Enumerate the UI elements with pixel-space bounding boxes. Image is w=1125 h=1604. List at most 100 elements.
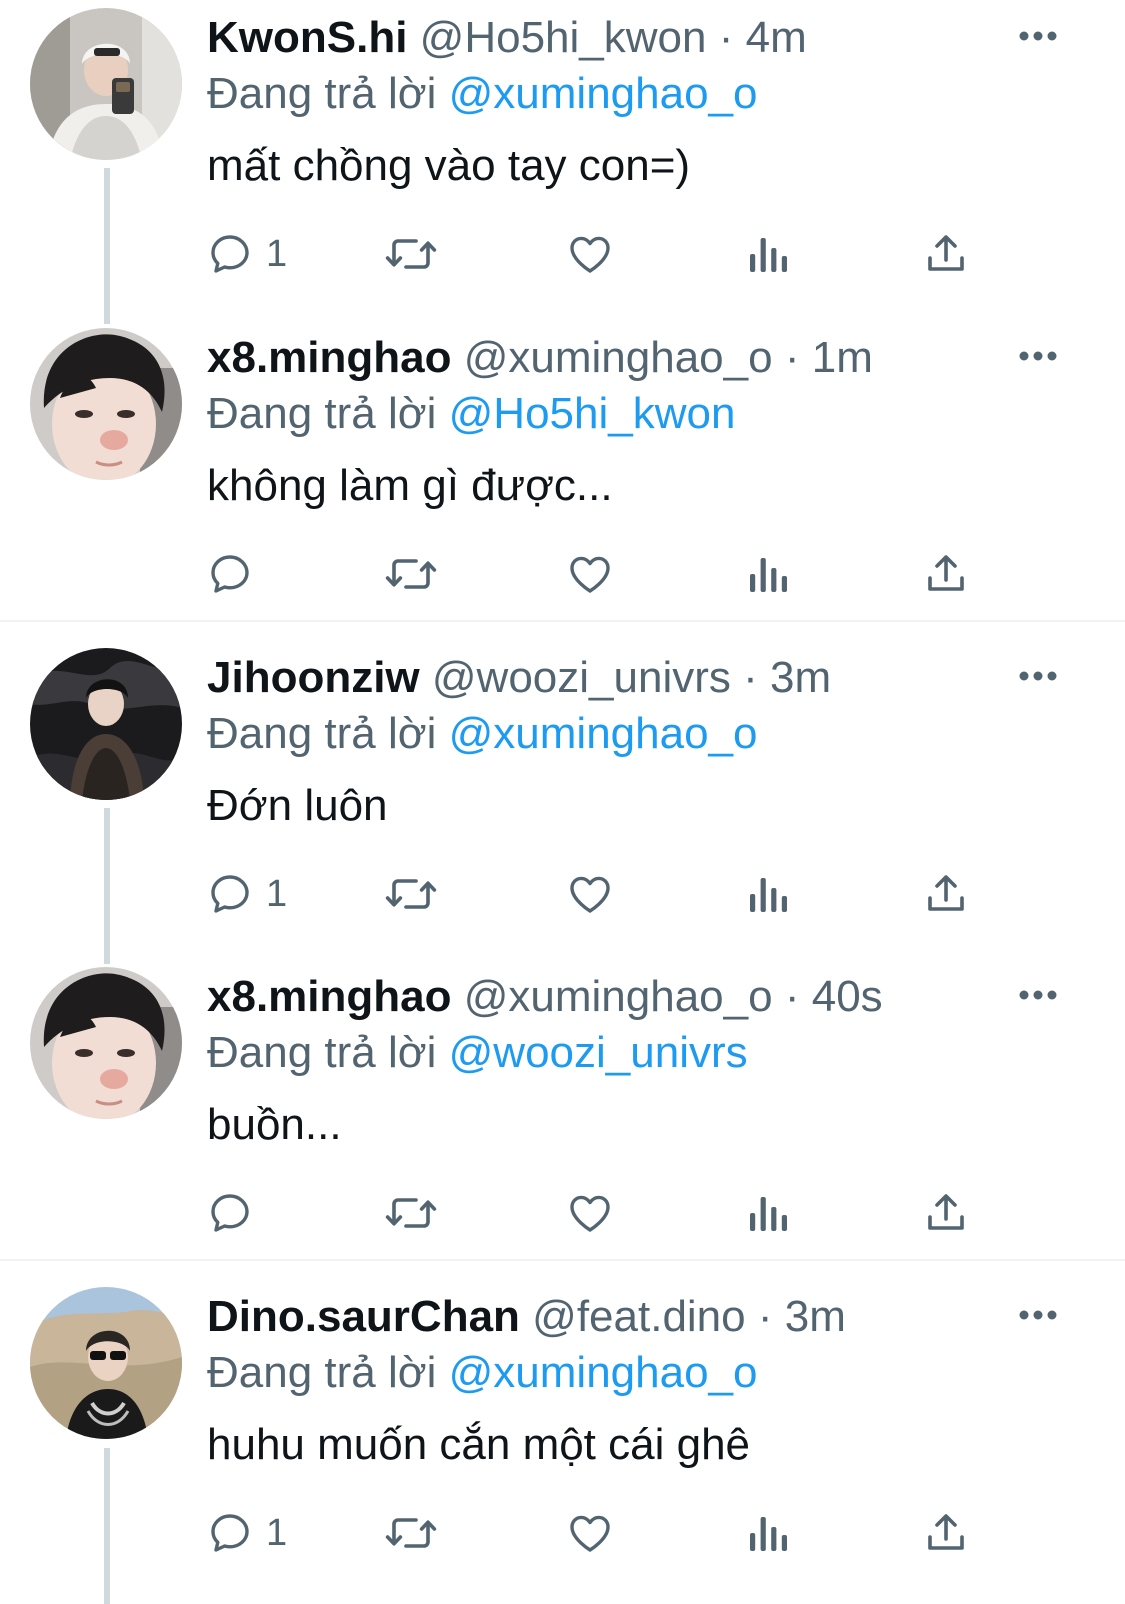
retweet-button[interactable] (384, 542, 438, 606)
tweet-text: buồn... (207, 1100, 342, 1149)
like-button[interactable] (565, 222, 615, 286)
more-options-button[interactable] (1016, 20, 1060, 52)
like-button[interactable] (565, 1501, 615, 1565)
tweet-header: Dino.saurChan @feat.dino · 3m (207, 1289, 846, 1345)
retweet-button[interactable] (384, 862, 438, 926)
heart-icon (570, 556, 610, 593)
avatar-dark-hair-closeup-icon (30, 328, 182, 480)
replying-to-handle[interactable]: @xuminghao_o (449, 1348, 758, 1397)
bar-chart-icon (750, 238, 787, 272)
more-dots-icon (1019, 1310, 1057, 1320)
share-button[interactable] (922, 222, 970, 286)
reply-icon (211, 1194, 249, 1232)
tweet-item[interactable]: x8.minghao @xuminghao_o · 1m Đang trả lờ… (0, 320, 1125, 640)
user-handle[interactable]: @feat.dino (532, 1292, 745, 1341)
more-options-button[interactable] (1016, 660, 1060, 692)
avatar-sunglasses-outdoor-icon (30, 1287, 182, 1439)
replying-to-label: Đang trả lời (207, 69, 437, 118)
replying-to-handle[interactable]: @xuminghao_o (449, 709, 758, 758)
like-button[interactable] (565, 542, 615, 606)
timestamp[interactable]: 3m (770, 653, 831, 702)
share-button[interactable] (922, 862, 970, 926)
replying-to-label: Đang trả lời (207, 389, 437, 438)
replying-to: Đang trả lời @woozi_univrs (207, 1025, 748, 1081)
retweet-button[interactable] (384, 222, 438, 286)
separator-dot: · (784, 333, 800, 382)
reply-icon (211, 1514, 249, 1552)
avatar[interactable] (30, 967, 182, 1119)
display-name[interactable]: KwonS.hi (207, 13, 407, 62)
tweet-item[interactable]: x8.minghao @xuminghao_o · 40s Đang trả l… (0, 959, 1125, 1279)
tweet-item[interactable]: Jihoonziw @woozi_univrs · 3m Đang trả lờ… (0, 640, 1125, 960)
reply-count: 1 (266, 1511, 288, 1554)
display-name[interactable]: Jihoonziw (207, 653, 420, 702)
more-dots-icon (1019, 990, 1057, 1000)
replying-to-label: Đang trả lời (207, 1028, 437, 1077)
reply-count: 1 (266, 872, 288, 915)
replying-to-handle[interactable]: @xuminghao_o (449, 69, 758, 118)
share-icon (928, 555, 964, 591)
heart-icon (570, 1195, 610, 1232)
share-icon (928, 235, 964, 271)
reply-icon (211, 555, 249, 593)
avatar-dark-hair-closeup-icon (30, 967, 182, 1119)
reply-button[interactable]: 1 (206, 222, 287, 286)
timestamp[interactable]: 3m (785, 1292, 846, 1341)
replying-to-handle[interactable]: @Ho5hi_kwon (449, 389, 736, 438)
retweet-button[interactable] (384, 1501, 438, 1565)
replying-to: Đang trả lời @xuminghao_o (207, 1345, 757, 1401)
share-icon (928, 875, 964, 911)
user-handle[interactable]: @woozi_univrs (432, 653, 731, 702)
tweet-text: huhu muốn cắn một cái ghê (207, 1420, 751, 1469)
retweet-icon (385, 879, 437, 909)
like-button[interactable] (565, 1181, 615, 1245)
timestamp[interactable]: 4m (746, 13, 807, 62)
tweet-text: Đớn luôn (207, 781, 388, 830)
reply-button[interactable]: 1 (206, 862, 287, 926)
more-options-button[interactable] (1016, 340, 1060, 372)
avatar[interactable] (30, 648, 182, 800)
reply-icon (211, 875, 249, 913)
reply-button[interactable] (206, 1181, 266, 1245)
more-options-button[interactable] (1016, 979, 1060, 1011)
views-button[interactable] (746, 1181, 790, 1245)
tweet-item[interactable]: KwonS.hi @Ho5hi_kwon · 4m Đang trả lời @… (0, 0, 1125, 320)
avatar[interactable] (30, 8, 182, 160)
avatar[interactable] (30, 328, 182, 480)
share-button[interactable] (922, 1501, 970, 1565)
timestamp[interactable]: 40s (812, 972, 883, 1021)
share-icon (928, 1514, 964, 1550)
avatar[interactable] (30, 1287, 182, 1439)
user-handle[interactable]: @xuminghao_o (464, 972, 773, 1021)
retweet-button[interactable] (384, 1181, 438, 1245)
share-button[interactable] (922, 542, 970, 606)
user-handle[interactable]: @Ho5hi_kwon (420, 13, 707, 62)
retweet-icon (385, 239, 437, 269)
timestamp[interactable]: 1m (812, 333, 873, 382)
separator-dot: · (718, 13, 734, 62)
views-button[interactable] (746, 542, 790, 606)
display-name[interactable]: x8.minghao (207, 333, 452, 382)
views-button[interactable] (746, 222, 790, 286)
views-button[interactable] (746, 862, 790, 926)
more-options-button[interactable] (1016, 1299, 1060, 1331)
views-button[interactable] (746, 1501, 790, 1565)
bar-chart-icon (750, 1517, 787, 1551)
like-button[interactable] (565, 862, 615, 926)
tweet-item[interactable]: Dino.saurChan @feat.dino · 3m Đang trả l… (0, 1279, 1125, 1599)
tweet-text: không làm gì được... (207, 461, 613, 510)
user-handle[interactable]: @xuminghao_o (464, 333, 773, 382)
reply-count: 1 (266, 232, 288, 275)
tweet-header: x8.minghao @xuminghao_o · 1m (207, 330, 873, 386)
share-button[interactable] (922, 1181, 970, 1245)
heart-icon (570, 1515, 610, 1552)
display-name[interactable]: x8.minghao (207, 972, 452, 1021)
reply-button[interactable] (206, 542, 266, 606)
replying-to-handle[interactable]: @woozi_univrs (449, 1028, 748, 1077)
tweet-header: KwonS.hi @Ho5hi_kwon · 4m (207, 10, 807, 66)
retweet-icon (385, 1518, 437, 1548)
display-name[interactable]: Dino.saurChan (207, 1292, 520, 1341)
heart-icon (570, 876, 610, 913)
reply-button[interactable]: 1 (206, 1501, 287, 1565)
more-dots-icon (1019, 671, 1057, 681)
